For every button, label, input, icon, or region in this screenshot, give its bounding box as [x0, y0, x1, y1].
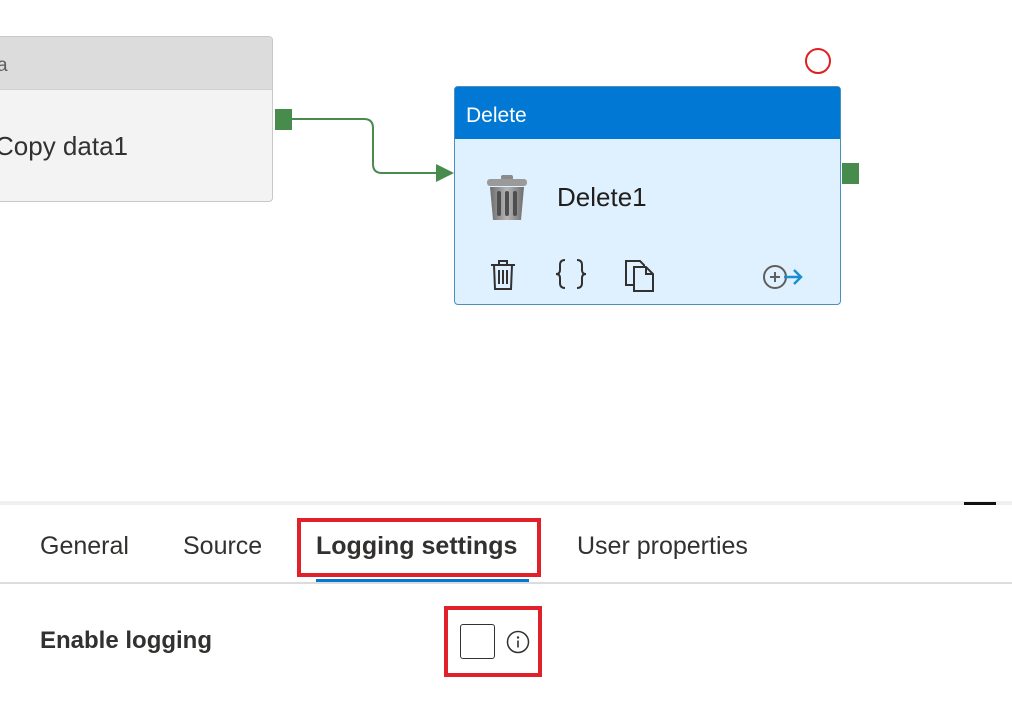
tab-general[interactable]: General: [40, 532, 129, 561]
connector-line: [292, 118, 438, 174]
trash-can-icon: [485, 174, 529, 227]
delete-activity-header: Delete: [455, 87, 840, 139]
delete-activity-success-port[interactable]: [842, 163, 859, 184]
delete-activity[interactable]: Delete Delete1: [454, 86, 841, 305]
pipeline-canvas[interactable]: a Copy data1 Delete Delete1: [0, 0, 1012, 500]
highlight-box-logging-tab: [297, 518, 541, 577]
code-icon[interactable]: [555, 258, 587, 295]
delete-activity-name: Delete1: [557, 182, 647, 212]
delete-activity-type-label: Delete: [466, 104, 527, 127]
add-output-icon[interactable]: [762, 263, 804, 296]
highlight-box-enable-logging: [444, 606, 542, 677]
connector-arrowhead: [436, 164, 454, 182]
minimize-panel-button[interactable]: [964, 502, 996, 505]
panel-resize-divider[interactable]: [0, 501, 1012, 505]
selection-indicator-circle: [805, 48, 831, 74]
tab-source[interactable]: Source: [183, 532, 262, 561]
tabs-divider: [0, 582, 1012, 584]
copy-icon[interactable]: [624, 259, 656, 298]
enable-logging-label: Enable logging: [40, 627, 212, 654]
tab-user-properties[interactable]: User properties: [577, 532, 748, 561]
delete-icon[interactable]: [489, 259, 517, 296]
